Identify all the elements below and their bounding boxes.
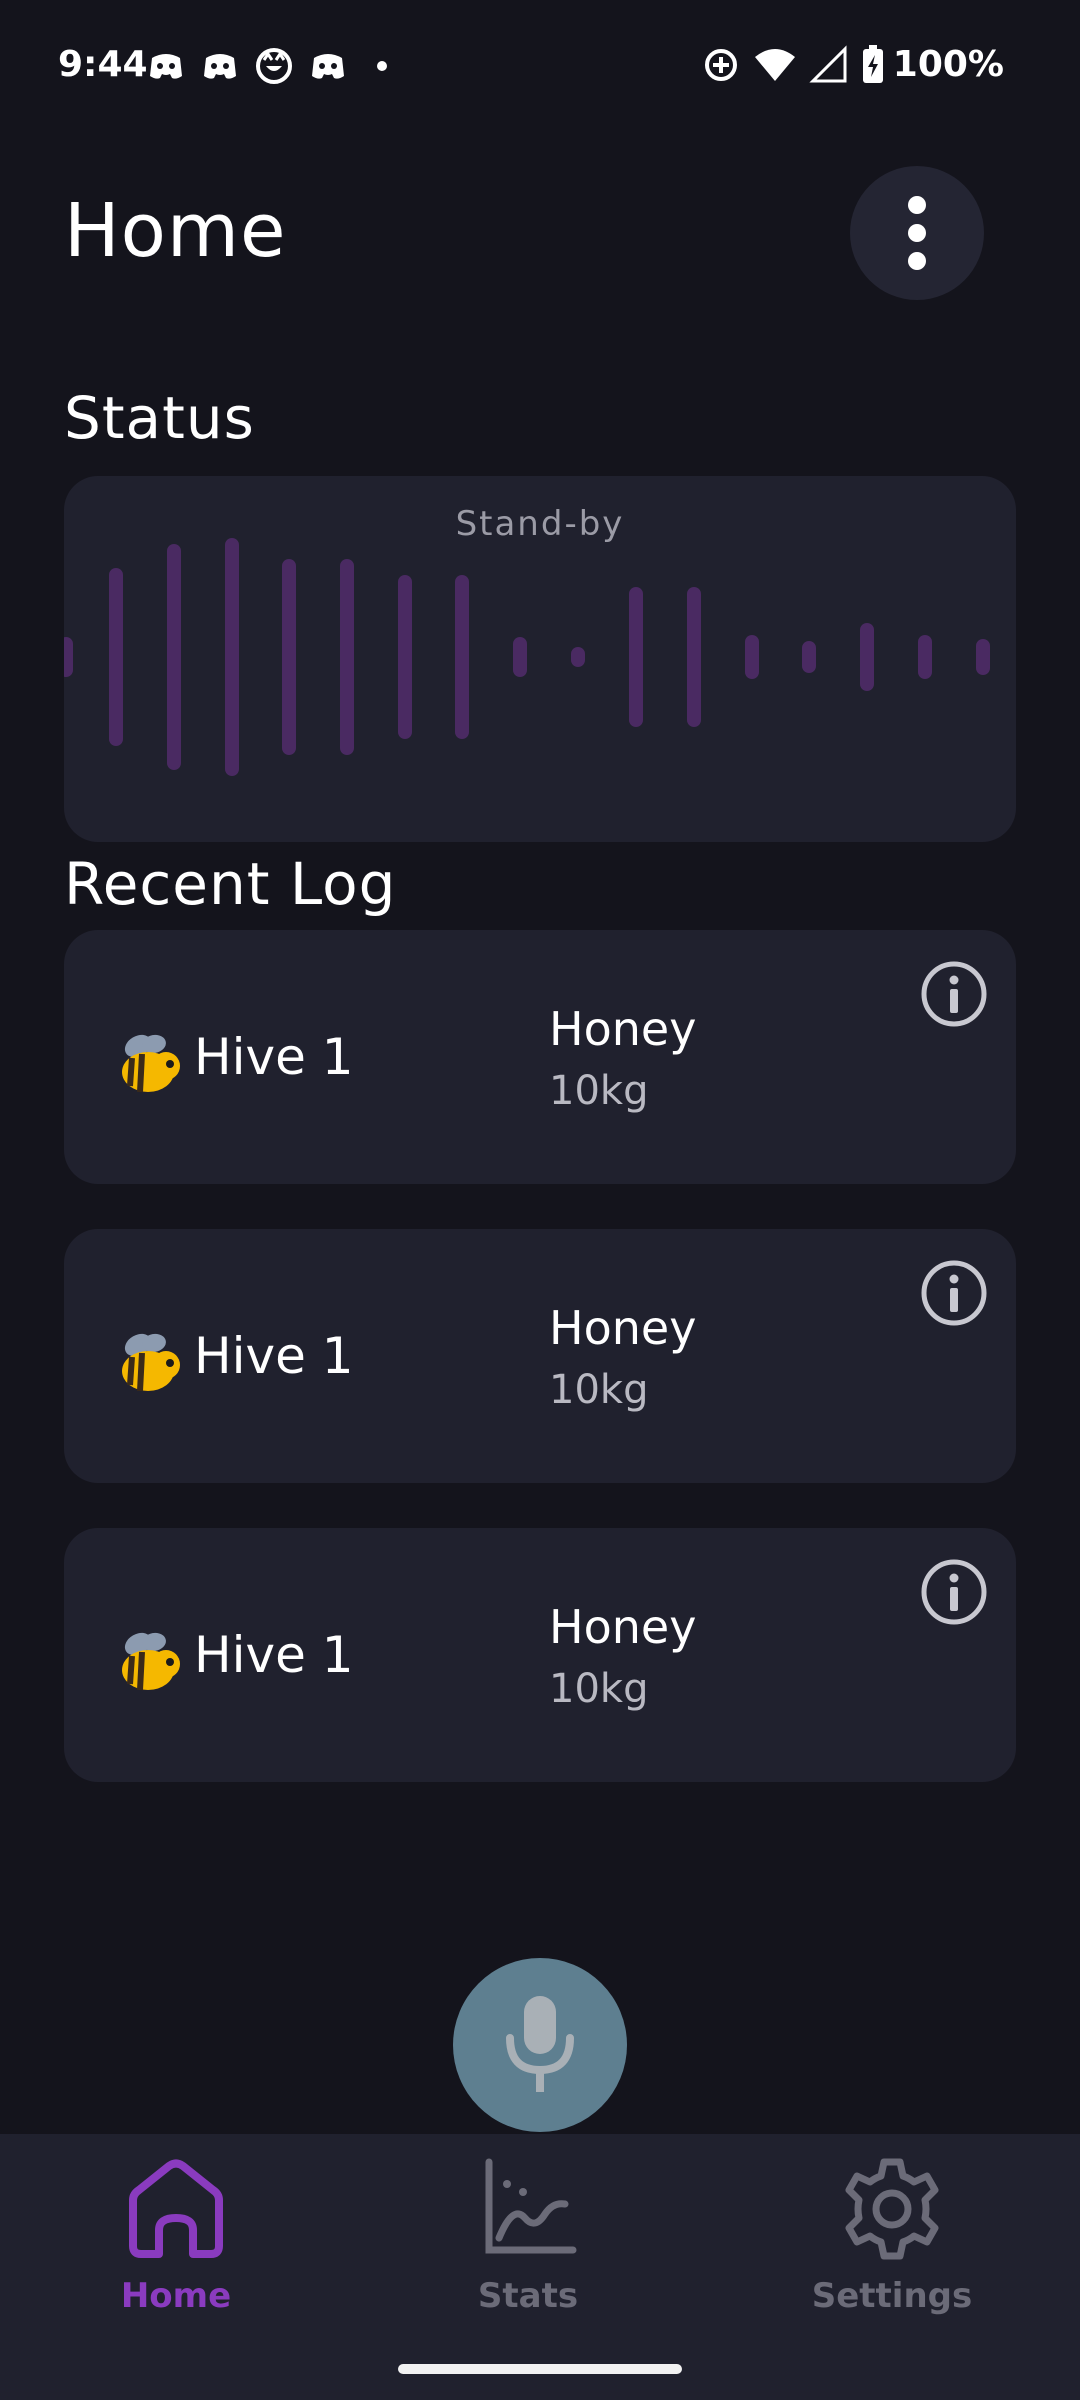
info-icon[interactable] <box>920 1259 988 1327</box>
log-type: Honey <box>549 1301 697 1355</box>
log-amount: 10kg <box>549 1068 649 1114</box>
log-card[interactable]: Hive 1 Honey 10kg <box>64 1229 1016 1483</box>
log-amount: 10kg <box>549 1367 649 1413</box>
data-saver-icon <box>704 48 737 81</box>
bee-icon <box>122 1333 180 1392</box>
record-mic-button[interactable] <box>453 1958 627 2132</box>
cat-icon <box>256 48 292 84</box>
discord-icon <box>204 54 236 79</box>
hive-name: Hive 1 <box>194 1626 354 1684</box>
battery-charging-icon <box>862 44 883 83</box>
hive-name: Hive 1 <box>194 1028 354 1086</box>
bee-icon <box>122 1632 180 1691</box>
status-label: Stand-by <box>455 504 625 544</box>
discord-icon <box>312 54 344 79</box>
more-vert-icon <box>908 196 926 270</box>
nav-label-home: Home <box>120 2276 232 2316</box>
log-card[interactable]: Hive 1 Honey 10kg <box>64 930 1016 1184</box>
nav-item-home[interactable]: Home <box>56 2154 296 2354</box>
waveform-bar <box>513 637 527 677</box>
waveform-bar <box>629 587 643 727</box>
log-type: Honey <box>549 1600 697 1654</box>
waveform-bar <box>802 641 816 673</box>
waveform-bar <box>571 647 585 667</box>
overflow-menu-button[interactable] <box>850 166 984 300</box>
wifi-icon <box>754 48 795 81</box>
cell-signal-icon <box>809 44 847 82</box>
bottom-navigation: Home Stats Settings <box>0 2134 1080 2400</box>
nav-label-stats: Stats <box>477 2276 579 2316</box>
waveform-bar <box>109 568 123 746</box>
info-icon[interactable] <box>920 960 988 1028</box>
chart-icon <box>485 2158 577 2254</box>
nav-item-stats[interactable]: Stats <box>408 2154 648 2354</box>
status-bar: 9:44 100% <box>0 0 1080 130</box>
status-card: Stand-by <box>64 476 1016 842</box>
home-icon <box>129 2159 223 2258</box>
waveform-bar <box>455 575 469 739</box>
nav-item-settings[interactable]: Settings <box>772 2154 1012 2354</box>
waveform-bar <box>225 538 239 776</box>
microphone-icon <box>506 1996 574 2092</box>
notification-icons <box>146 46 416 86</box>
log-amount: 10kg <box>549 1666 649 1712</box>
waveform-bar <box>745 635 759 679</box>
waveform-bar <box>167 544 181 770</box>
page-title: Home <box>64 188 287 274</box>
bee-icon <box>122 1034 180 1093</box>
waveform-bar <box>918 635 932 679</box>
status-section-title: Status <box>64 384 255 452</box>
hive-name: Hive 1 <box>194 1327 354 1385</box>
status-time: 9:44 <box>58 44 148 85</box>
gesture-home-indicator[interactable] <box>398 2364 682 2374</box>
nav-label-settings: Settings <box>811 2276 973 2316</box>
log-type: Honey <box>549 1002 697 1056</box>
waveform-bar <box>398 575 412 739</box>
battery-percent: 100% <box>892 44 1004 85</box>
log-card[interactable]: Hive 1 Honey 10kg <box>64 1528 1016 1782</box>
info-icon[interactable] <box>920 1558 988 1626</box>
system-icons: 100% <box>689 44 1004 85</box>
waveform-bar <box>860 623 874 691</box>
recent-log-title: Recent Log <box>64 850 397 918</box>
discord-icon <box>150 54 182 79</box>
waveform-bar <box>687 587 701 727</box>
dot-icon <box>377 61 387 71</box>
waveform-bar <box>976 639 990 675</box>
gear-icon <box>845 2158 939 2260</box>
waveform-bar <box>340 559 354 755</box>
waveform-bar <box>64 637 73 677</box>
waveform-bar <box>282 559 296 755</box>
